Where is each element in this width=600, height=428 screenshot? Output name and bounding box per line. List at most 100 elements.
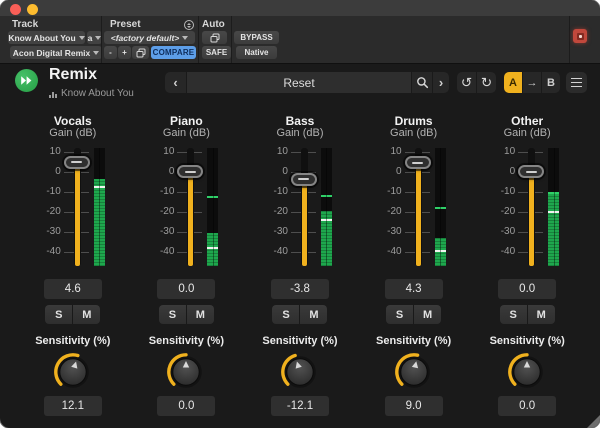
- red-status-icon[interactable]: [573, 29, 587, 43]
- gain-scale-label: -40: [46, 246, 61, 257]
- preset-menu-icon[interactable]: [184, 20, 194, 30]
- copy-icon: [210, 33, 219, 42]
- search-button[interactable]: [412, 72, 432, 93]
- plugin-title: Remix: [49, 66, 98, 83]
- level-meter: [207, 148, 219, 266]
- level-meter-divider: [99, 148, 101, 266]
- gain-fader-handle[interactable]: [63, 155, 90, 169]
- redo-button[interactable]: ↻: [477, 72, 496, 93]
- sensitivity-knob[interactable]: [279, 351, 321, 393]
- gain-label: Gain (dB): [162, 127, 210, 139]
- mute-button[interactable]: M: [300, 305, 328, 324]
- knob-icon: [167, 353, 203, 388]
- mute-button[interactable]: M: [186, 305, 214, 324]
- gain-fader-area: 10 0 -10 -20 -30 -40: [493, 146, 561, 266]
- prev-preset-button[interactable]: ‹: [165, 72, 186, 93]
- plugin-subtitle: Know About You: [61, 88, 134, 99]
- bypass-button[interactable]: BYPASS: [234, 31, 279, 44]
- gain-value-field[interactable]: 0.0: [498, 279, 557, 299]
- gain-scale-label: -30: [46, 226, 61, 237]
- level-meter: [93, 148, 105, 266]
- undo-button[interactable]: ↺: [457, 72, 476, 93]
- gain-value-field[interactable]: 0.0: [157, 279, 216, 299]
- level-meter: [548, 148, 560, 266]
- gain-scale-label: 0: [509, 166, 516, 177]
- knob-icon: [281, 353, 316, 388]
- red-status-inner: [576, 32, 584, 40]
- undo-redo-group: ↺ ↻: [457, 72, 496, 93]
- next-preset-button[interactable]: ›: [433, 72, 449, 93]
- chevron-down-icon: [93, 50, 100, 55]
- close-window-icon[interactable]: [10, 4, 21, 15]
- gain-label: Gain (dB): [276, 127, 324, 139]
- solo-mute-group: S M: [45, 305, 101, 324]
- ab-slot-b-button[interactable]: B: [542, 72, 560, 93]
- preset-prev-button[interactable]: -: [104, 46, 117, 59]
- compare-button[interactable]: COMPARE: [151, 46, 196, 59]
- sensitivity-label: Sensitivity (%): [489, 335, 565, 347]
- gain-scale-label: -10: [159, 186, 175, 197]
- solo-button[interactable]: S: [158, 305, 186, 324]
- sensitivity-label: Sensitivity (%): [262, 335, 338, 347]
- copy-preset-button[interactable]: [132, 46, 149, 59]
- toolbar-separator: [231, 16, 232, 63]
- solo-mute-group: S M: [158, 305, 214, 324]
- sensitivity-knob[interactable]: [52, 351, 94, 393]
- gain-scale-label: 10: [163, 146, 175, 157]
- preset-name-field[interactable]: Reset: [187, 72, 411, 93]
- menu-button[interactable]: [566, 72, 587, 93]
- gain-value-field[interactable]: -3.8: [270, 279, 329, 299]
- plugin-selector[interactable]: Acon Digital Remix: [10, 46, 102, 59]
- gain-value-field[interactable]: 4.3: [384, 279, 443, 299]
- gain-fader-area: 10 0 -10 -20 -30 -40: [266, 146, 334, 266]
- automation-copy-button[interactable]: [202, 31, 227, 44]
- ab-slot-a-button[interactable]: A: [504, 72, 522, 93]
- preset-next-button[interactable]: +: [118, 46, 131, 59]
- mute-button[interactable]: M: [414, 305, 442, 324]
- sensitivity-value-field[interactable]: 9.0: [384, 396, 443, 416]
- mute-button[interactable]: M: [527, 305, 555, 324]
- gain-scale-label: 10: [276, 146, 288, 157]
- channel-strips: Vocals Gain (dB) 10 0 -10 -20 -30 -40 4.6 S M…: [16, 110, 584, 416]
- minimize-window-icon[interactable]: [27, 4, 38, 15]
- native-button[interactable]: Native: [236, 46, 277, 59]
- sensitivity-value-field[interactable]: 12.1: [43, 396, 102, 416]
- gain-fader-fill: [74, 162, 80, 266]
- track-selector[interactable]: Know About You: [8, 31, 85, 44]
- solo-button[interactable]: S: [272, 305, 300, 324]
- gain-fader-area: 10 0 -10 -20 -30 -40: [39, 147, 107, 266]
- gain-fader-handle[interactable]: [290, 172, 317, 186]
- hamburger-icon: [571, 77, 582, 80]
- resize-handle[interactable]: [587, 415, 600, 428]
- gain-fader-handle[interactable]: [177, 165, 204, 178]
- gain-scale-label: -40: [500, 246, 516, 257]
- host-toolbar: Track Preset Auto Know About You a Acon …: [0, 16, 600, 64]
- sensitivity-knob[interactable]: [393, 351, 435, 393]
- solo-button[interactable]: S: [386, 305, 414, 324]
- gain-scale-label: -10: [500, 186, 516, 197]
- sensitivity-value-field[interactable]: -12.1: [270, 396, 329, 416]
- sensitivity-knob[interactable]: [165, 351, 207, 393]
- sensitivity-knob[interactable]: [506, 351, 548, 393]
- ab-compare-group: A → B: [504, 72, 560, 93]
- gain-fader-handle[interactable]: [404, 156, 431, 170]
- gain-fader-area: 10 0 -10 -20 -30 -40: [152, 146, 220, 266]
- automation-mode-selector[interactable]: a: [87, 31, 102, 44]
- solo-button[interactable]: S: [45, 305, 73, 324]
- ab-copy-button[interactable]: →: [523, 72, 541, 93]
- sensitivity-value-field[interactable]: 0.0: [157, 396, 216, 416]
- preset-selector[interactable]: <factory default>: [104, 31, 195, 44]
- solo-button[interactable]: S: [499, 305, 527, 324]
- sensitivity-value-field[interactable]: 0.0: [498, 396, 557, 416]
- mute-button[interactable]: M: [73, 305, 101, 324]
- gain-value-field[interactable]: 4.6: [43, 279, 102, 299]
- level-meter: [320, 148, 332, 266]
- gain-scale-label: -20: [387, 206, 402, 217]
- gain-scale-label: -10: [387, 186, 402, 197]
- safe-button[interactable]: SAFE: [202, 46, 231, 59]
- gain-scale-label: 10: [504, 146, 516, 157]
- level-meter-divider: [326, 148, 328, 266]
- gain-scale-label: 0: [55, 166, 61, 177]
- undo-icon: ↺: [460, 74, 473, 90]
- gain-fader-handle[interactable]: [518, 165, 545, 178]
